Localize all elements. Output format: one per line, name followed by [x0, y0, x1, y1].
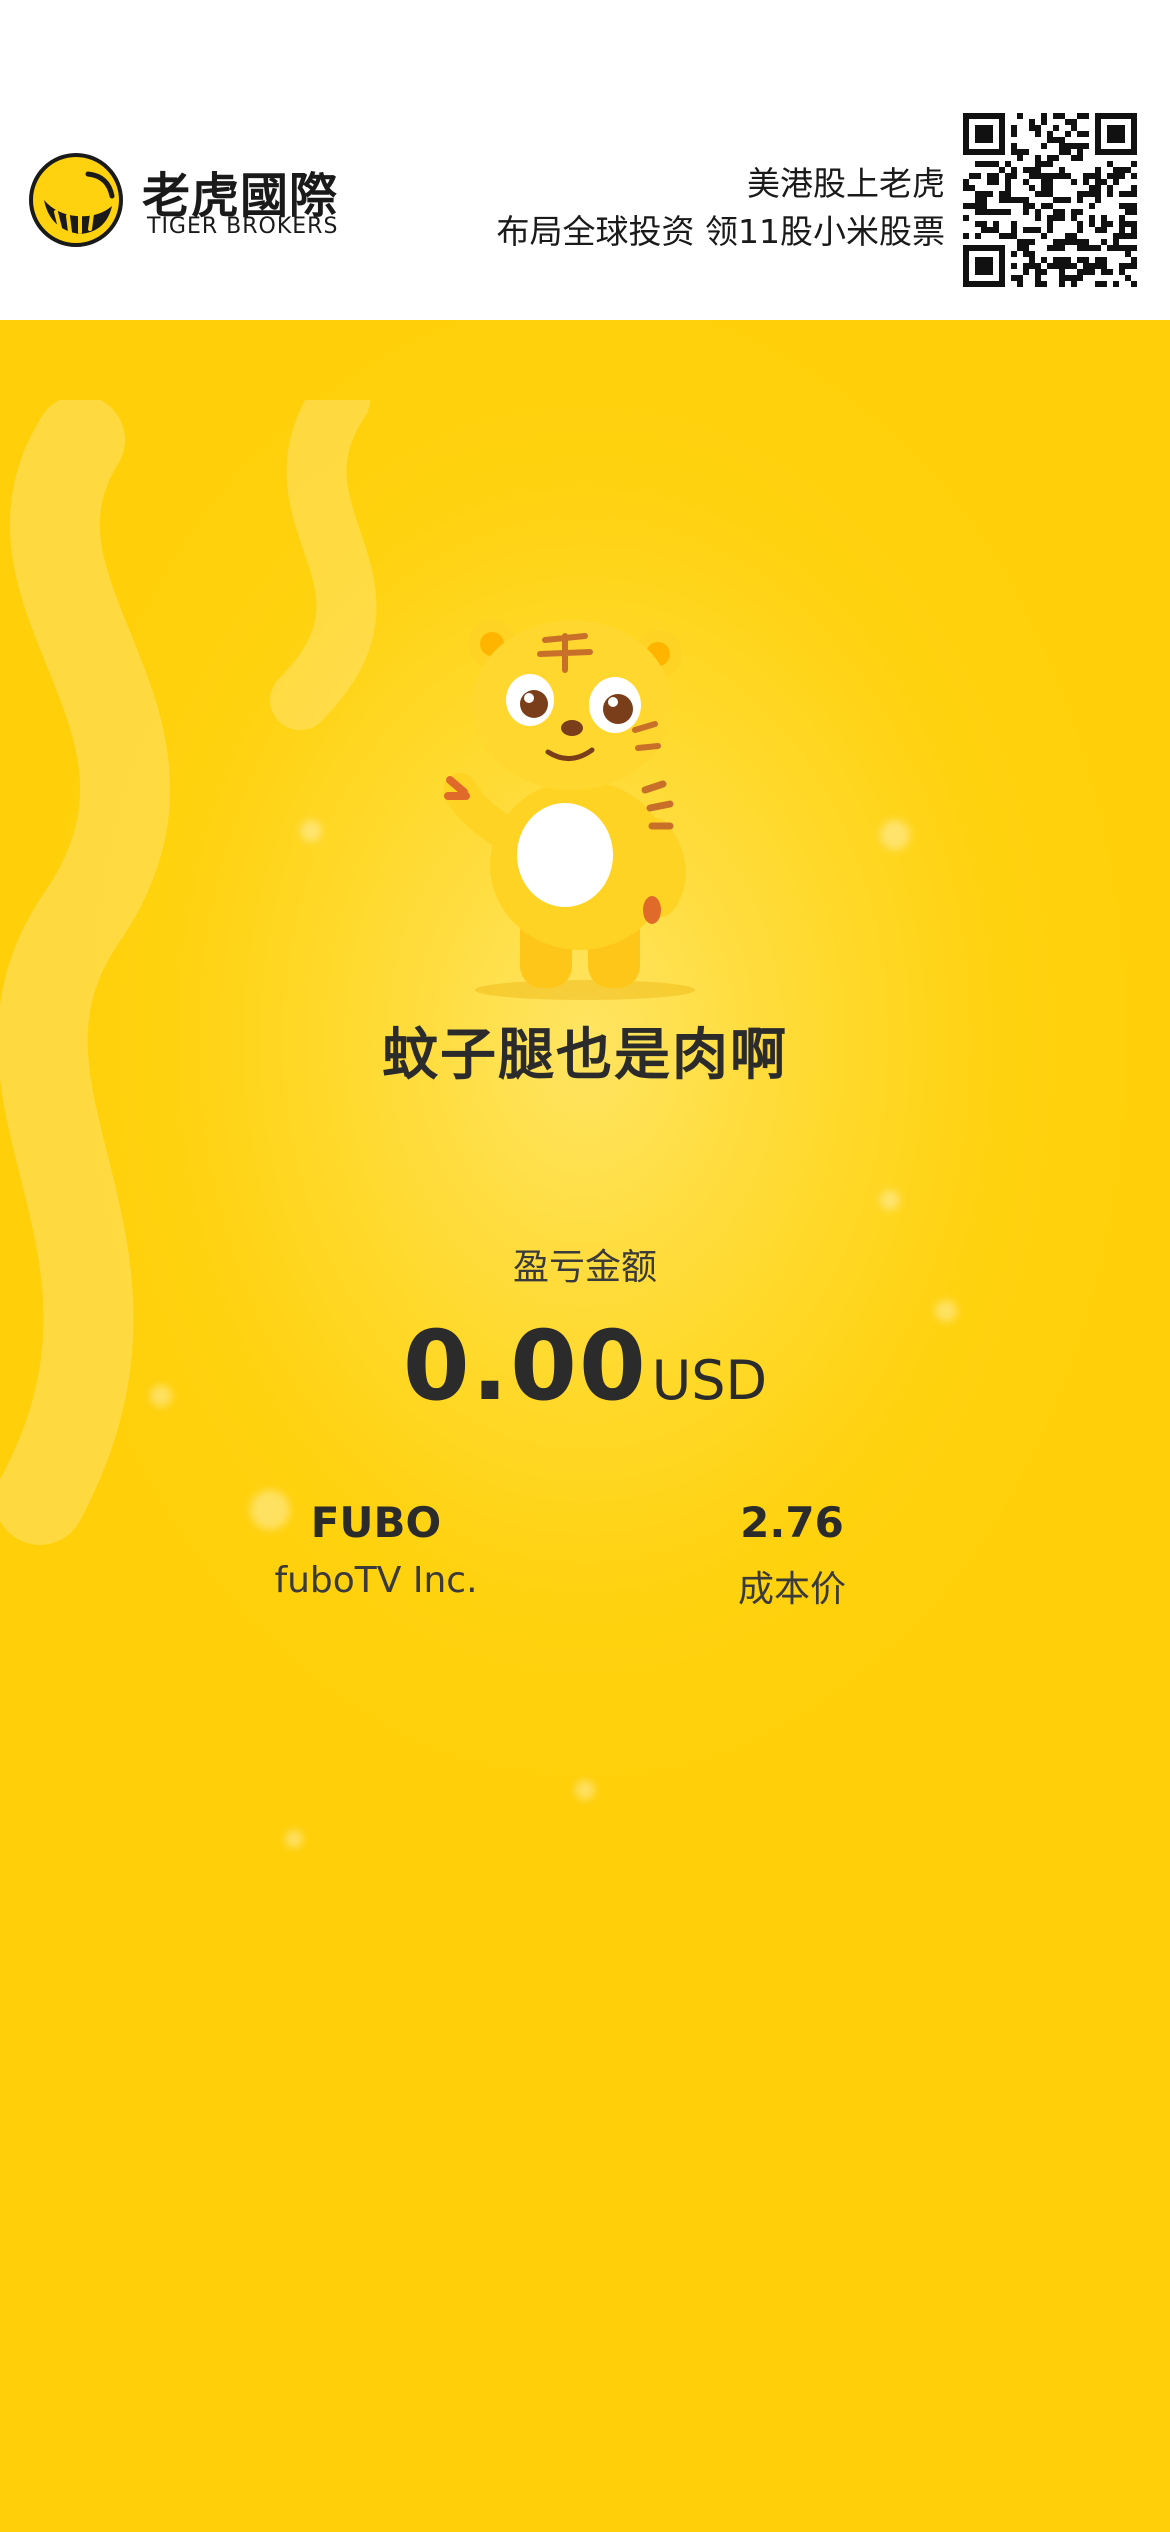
- bokeh-dot: [880, 820, 910, 850]
- bokeh-dot: [300, 820, 322, 842]
- profit-loss-amount: 0.00USD: [0, 1310, 1170, 1422]
- bokeh-dot: [880, 1190, 900, 1210]
- tiger-logo-icon: [29, 153, 123, 247]
- share-header: 老虎國際 TIGER BROKERS 美港股上老虎 布局全球投资 领11股小米股…: [0, 0, 1170, 320]
- stock-ticker: FUBO: [310, 1498, 442, 1547]
- profit-loss-label: 盈亏金额: [512, 1247, 657, 1288]
- company-name: fuboTV Inc.: [274, 1560, 478, 1601]
- qr-code-icon[interactable]: [963, 113, 1137, 287]
- currency-unit: USD: [651, 1349, 768, 1412]
- bokeh-dot: [285, 1830, 303, 1848]
- slogan-text: 蚊子腿也是肉啊: [382, 1023, 788, 1088]
- promo-line-2: 布局全球投资 领11股小米股票: [496, 212, 945, 251]
- tiger-mascot-icon: [443, 620, 695, 1000]
- brand-name-en: TIGER BROKERS: [147, 214, 339, 239]
- profit-loss-value: 0.00: [402, 1310, 648, 1422]
- promo-line-1: 美港股上老虎: [747, 164, 945, 203]
- cost-price-label: 成本价: [737, 1569, 846, 1610]
- cost-price-value: 2.76: [740, 1498, 844, 1547]
- bokeh-dot: [575, 1780, 595, 1800]
- pnl-share-card: 蚊子腿也是肉啊 盈亏金额 0.00USD FUBO fuboTV Inc. 2.…: [0, 320, 1170, 2532]
